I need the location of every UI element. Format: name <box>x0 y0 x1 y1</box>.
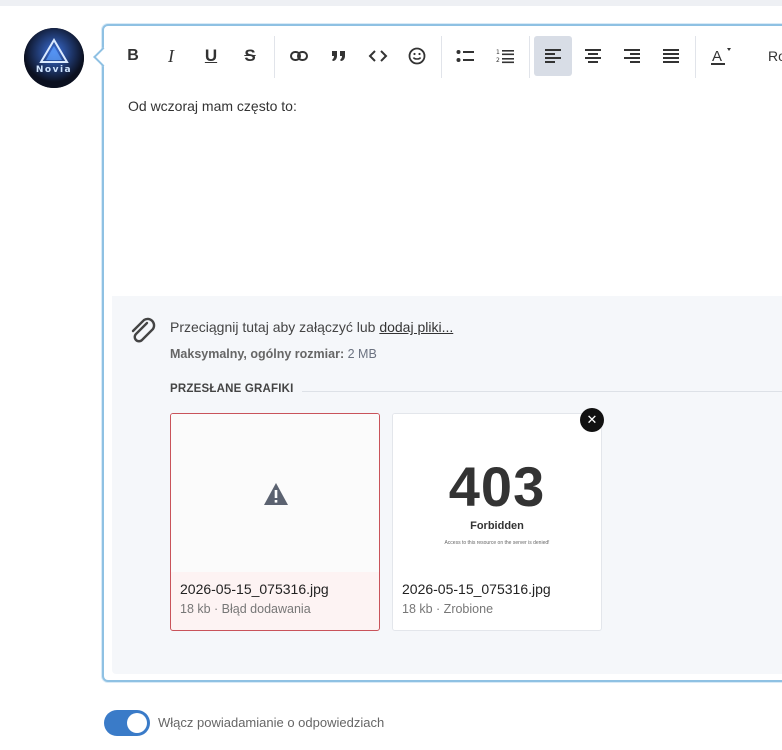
align-right-icon <box>624 49 640 63</box>
link-icon <box>290 51 308 61</box>
notify-toggle-label: Włącz powiadamianie o odpowiedziach <box>158 715 385 730</box>
warning-icon <box>264 483 288 505</box>
preview-error-message: Access to this resource on the server is… <box>444 540 550 546</box>
emoji-button[interactable] <box>398 36 436 76</box>
bullet-list-icon <box>456 50 474 62</box>
svg-text:A: A <box>712 48 722 65</box>
attachment-thumbnail: 403 Forbidden Access to this resource on… <box>393 414 601 572</box>
italic-button[interactable]: I <box>152 36 190 76</box>
preview-error-code: 403 <box>448 455 546 518</box>
top-strip <box>0 0 782 6</box>
numbered-list-button[interactable]: 1 2 <box>486 36 524 76</box>
drop-zone-text: Przeciągnij tutaj aby załączyć lub dodaj… <box>170 319 453 335</box>
add-files-link[interactable]: dodaj pliki... <box>379 319 453 335</box>
underline-icon: U <box>204 46 218 65</box>
code-button[interactable] <box>359 36 397 76</box>
align-center-icon <box>585 49 601 63</box>
toggle-knob <box>127 713 147 733</box>
quote-button[interactable] <box>320 36 358 76</box>
avatar-label: Novia <box>35 65 73 75</box>
attachment-card[interactable]: 2026-05-15_075316.jpg 18 kb · Błąd dodaw… <box>170 413 380 631</box>
align-center-button[interactable] <box>574 36 612 76</box>
uploaded-images-heading: PRZESŁANE GRAFIKI <box>170 383 294 395</box>
code-icon <box>368 50 388 62</box>
max-size-info: Maksymalny, ogólny rozmiar: 2 MB <box>170 347 377 361</box>
toolbar-divider <box>274 36 275 78</box>
max-size-label: Maksymalny, ogólny rozmiar: <box>170 347 345 361</box>
quote-icon <box>332 51 345 61</box>
align-left-button[interactable] <box>534 36 572 76</box>
post-editor: B I U S 1 2 A R Od wczoraj mam często to… <box>93 24 782 682</box>
bold-button[interactable]: B <box>114 36 152 76</box>
underline-button[interactable]: U <box>192 36 230 76</box>
editor-content[interactable]: Od wczoraj mam często to: <box>128 98 297 114</box>
svg-text:2: 2 <box>496 57 500 64</box>
attachment-meta: 18 kb · Błąd dodawania <box>180 602 311 616</box>
text-color-icon: A <box>711 48 731 65</box>
align-left-icon <box>545 49 561 63</box>
link-button[interactable] <box>280 36 318 76</box>
avatar[interactable]: Novia <box>24 28 84 88</box>
smiley-icon <box>408 47 426 65</box>
max-size-value: 2 MB <box>347 347 377 361</box>
italic-icon: I <box>168 45 174 66</box>
toolbar-divider <box>441 36 442 78</box>
text-color-button[interactable]: A <box>702 36 740 76</box>
section-divider <box>302 391 782 392</box>
preview-error-title: Forbidden <box>470 520 524 532</box>
font-size-label: Ro <box>768 48 782 64</box>
drop-zone-label: Przeciągnij tutaj aby załączyć lub <box>170 319 376 335</box>
strikethrough-icon: S <box>244 46 256 65</box>
bullet-list-button[interactable] <box>446 36 484 76</box>
align-justify-icon <box>663 49 679 63</box>
attachment-card[interactable]: 403 Forbidden Access to this resource on… <box>392 413 602 631</box>
bold-icon: B <box>127 47 139 64</box>
font-size-dropdown[interactable]: Ro <box>758 36 782 76</box>
attachment-meta: 18 kb · Zrobione <box>402 602 494 616</box>
avatar-logo-icon <box>24 28 84 88</box>
paperclip-icon <box>131 317 156 343</box>
editor-toolbar: B I U S 1 2 A R <box>104 26 782 88</box>
attachment-filename: 2026-05-15_075316.jpg <box>180 581 329 597</box>
close-icon: ✕ <box>586 412 598 427</box>
align-right-button[interactable] <box>613 36 651 76</box>
attachment-filename: 2026-05-15_075316.jpg <box>402 581 551 597</box>
attachments-area[interactable]: Przeciągnij tutaj aby załączyć lub dodaj… <box>112 296 782 674</box>
numbered-list-icon: 1 2 <box>496 49 514 64</box>
remove-attachment-button[interactable]: ✕ <box>580 408 604 432</box>
attachment-thumbnail <box>171 414 379 572</box>
notify-toggle[interactable] <box>104 710 150 736</box>
toolbar-divider <box>695 36 696 78</box>
toolbar-divider <box>529 36 530 78</box>
strikethrough-button[interactable]: S <box>231 36 269 76</box>
svg-text:1: 1 <box>496 49 500 56</box>
align-justify-button[interactable] <box>652 36 690 76</box>
